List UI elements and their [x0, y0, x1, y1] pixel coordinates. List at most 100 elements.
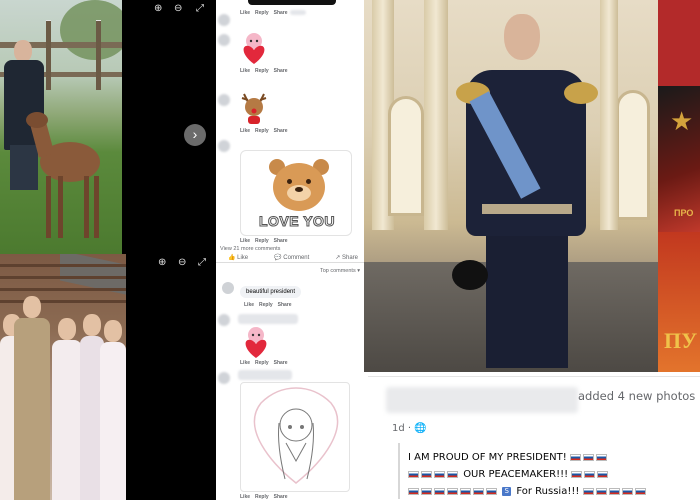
comment-actions: Like Reply Share [240, 128, 288, 134]
post-card: added 4 new photos 1d · 🌐 I AM PROUD OF … [368, 376, 700, 500]
divider [216, 262, 364, 263]
avatar [218, 140, 230, 152]
comment-actions: Like Reply Share [240, 494, 288, 500]
like-link[interactable]: Like [240, 128, 250, 134]
zoom-in-icon[interactable]: ⊕ [154, 4, 162, 14]
star-icon: ★ [670, 106, 694, 136]
fence-post [46, 20, 51, 90]
avatar [222, 282, 234, 294]
comment-actions: Like Reply Share [244, 302, 292, 308]
post-body: I AM PROUD OF MY PRESIDENT! OUR PEACEMAK… [408, 449, 648, 500]
photo-viewer-top: ⊕ ⊖ ⤢ › [122, 0, 216, 254]
person [14, 296, 50, 500]
tree [60, 0, 122, 60]
comments-panel-bottom: 👍 Like 💬 Comment ↗ Share Top comments ▾ … [216, 254, 364, 500]
comment-actions: Like Reply Share [240, 10, 288, 16]
window-arch [388, 96, 424, 216]
avatar [218, 372, 230, 384]
heart-girl-sticker [245, 327, 267, 358]
next-photo-button[interactable]: › [184, 124, 206, 146]
zoom-in-icon[interactable]: ⊕ [158, 258, 166, 268]
comment-bubble: beautiful president [240, 286, 302, 298]
reply-link[interactable]: Reply [255, 68, 269, 74]
avatar [218, 34, 230, 46]
blurred-name [238, 370, 292, 380]
like-link[interactable]: Like [240, 494, 250, 500]
author-name-blurred[interactable] [386, 387, 578, 413]
zoom-out-icon[interactable]: ⊖ [174, 4, 182, 14]
reply-link[interactable]: Reply [255, 10, 269, 16]
share-link[interactable]: Share [274, 360, 288, 366]
heart-girl-sticker [243, 33, 265, 64]
fence-post [96, 20, 101, 90]
top-bar [248, 0, 336, 5]
side-caption: ПУ [664, 328, 698, 353]
share-link[interactable]: Share [274, 128, 288, 134]
like-link[interactable]: Like [240, 10, 250, 16]
like-button[interactable]: 👍 Like [228, 254, 248, 261]
photo-viewer-bottom: ⊕ ⊖ ⤢ [126, 254, 216, 500]
window-arch [616, 90, 650, 220]
side-caption: ПРО [674, 208, 694, 218]
post-line-1: I AM PROUD OF MY PRESIDENT! [408, 452, 567, 463]
post-action-text: added 4 new photos [578, 389, 696, 403]
comment-actions: Like Reply Share [240, 360, 288, 366]
like-link[interactable]: Like [244, 302, 254, 308]
ceremonial-portrait-photo[interactable] [364, 0, 658, 372]
fullscreen-icon[interactable]: ⤢ [198, 258, 206, 268]
comment-button[interactable]: 💬 Comment [274, 254, 309, 261]
post-timestamp[interactable]: 1d · 🌐 [392, 423, 427, 434]
s-badge-icon: S [502, 486, 512, 496]
like-link[interactable]: Like [240, 238, 250, 244]
globe-icon: 🌐 [414, 423, 427, 434]
post-line-3: For Russia!!! [516, 486, 580, 497]
avatar [218, 94, 230, 106]
farm-photo[interactable] [0, 0, 122, 254]
view-more-comments-link[interactable]: View 21 more comments [220, 246, 280, 252]
reply-link[interactable]: Reply [259, 302, 273, 308]
person [100, 320, 126, 500]
share-link[interactable]: Share [274, 494, 288, 500]
avatar [218, 314, 230, 326]
hat [452, 260, 488, 290]
timestamp-blur [290, 10, 306, 15]
reply-link[interactable]: Reply [255, 360, 269, 366]
deer-figure [22, 110, 112, 250]
uniformed-figure [452, 14, 602, 372]
bear-icon [269, 159, 329, 215]
column [600, 0, 618, 230]
column [424, 0, 448, 230]
reaction-bar: 👍 Like 💬 Comment ↗ Share [228, 254, 358, 261]
comment-actions: Like Reply Share [240, 68, 288, 74]
zoom-out-icon[interactable]: ⊖ [178, 258, 186, 268]
quote-rule [398, 443, 400, 499]
family-photo[interactable] [0, 254, 126, 500]
share-link[interactable]: Share [274, 10, 288, 16]
side-photo-2[interactable]: ★ ПРО [658, 86, 700, 232]
fullscreen-icon[interactable]: ⤢ [196, 4, 204, 14]
side-photo-3[interactable]: ПУ [658, 232, 700, 372]
reply-link[interactable]: Reply [255, 128, 269, 134]
reindeer-sticker [241, 93, 267, 124]
anime-girl-icon [253, 387, 339, 484]
collage: ⊕ ⊖ ⤢ › ⊕ ⊖ ⤢ Like Reply Share Like Repl… [0, 0, 700, 500]
share-button[interactable]: ↗ Share [335, 254, 358, 261]
reply-link[interactable]: Reply [255, 494, 269, 500]
love-you-text: LOVE YOU [258, 213, 336, 230]
comment-actions: Like Reply Share [240, 238, 288, 244]
person [52, 318, 82, 500]
like-link[interactable]: Like [240, 68, 250, 74]
comments-panel-top: Like Reply Share Like Reply Share Like R… [216, 0, 364, 254]
share-link[interactable]: Share [278, 302, 292, 308]
share-link[interactable]: Share [274, 238, 288, 244]
side-photo-1[interactable] [658, 0, 700, 86]
reply-link[interactable]: Reply [255, 238, 269, 244]
post-line-2: OUR PEACEMAKER!!! [463, 469, 569, 480]
blurred-name [238, 314, 298, 324]
like-link[interactable]: Like [240, 360, 250, 366]
share-link[interactable]: Share [274, 68, 288, 74]
comment-sort-dropdown[interactable]: Top comments ▾ [320, 268, 360, 274]
avatar [218, 14, 230, 26]
love-you-bear-sticker: LOVE YOU [240, 150, 352, 236]
anime-girl-sticker [240, 382, 350, 492]
